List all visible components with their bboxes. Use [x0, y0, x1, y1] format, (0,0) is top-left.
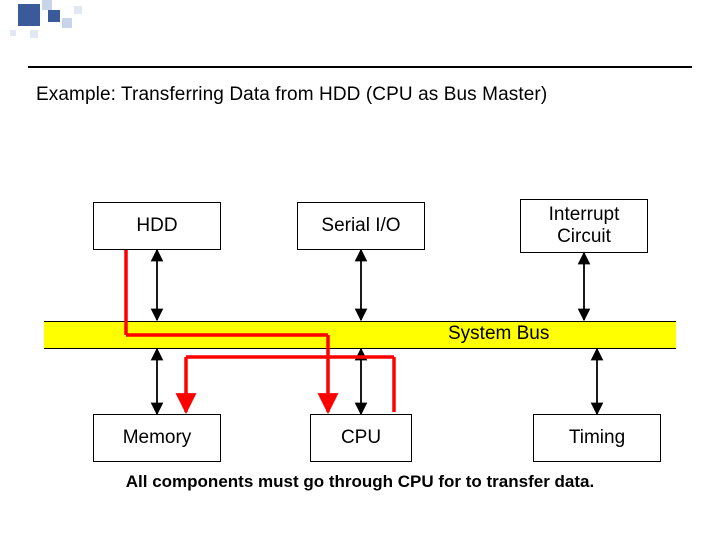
node-label: Serial I/O — [321, 215, 400, 237]
node-label: Timing — [569, 427, 625, 449]
node-label: Memory — [123, 427, 192, 449]
node-label: HDD — [136, 215, 177, 237]
system-bus — [44, 321, 676, 349]
node-serial-io: Serial I/O — [297, 202, 425, 250]
slide-title: Example: Transferring Data from HDD (CPU… — [36, 84, 547, 106]
node-interrupt-circuit: Interrupt Circuit — [520, 199, 648, 253]
node-cpu: CPU — [310, 414, 412, 462]
node-label: CPU — [341, 427, 381, 449]
slide-corner-decoration — [0, 0, 240, 40]
node-timing: Timing — [533, 414, 661, 462]
node-hdd: HDD — [93, 202, 221, 250]
slide: Example: Transferring Data from HDD (CPU… — [0, 0, 720, 540]
slide-caption: All components must go through CPU for t… — [0, 472, 720, 492]
header-rule — [28, 66, 692, 68]
system-bus-label: System Bus — [448, 323, 549, 345]
node-label: Interrupt Circuit — [549, 204, 620, 248]
node-memory: Memory — [93, 414, 221, 462]
